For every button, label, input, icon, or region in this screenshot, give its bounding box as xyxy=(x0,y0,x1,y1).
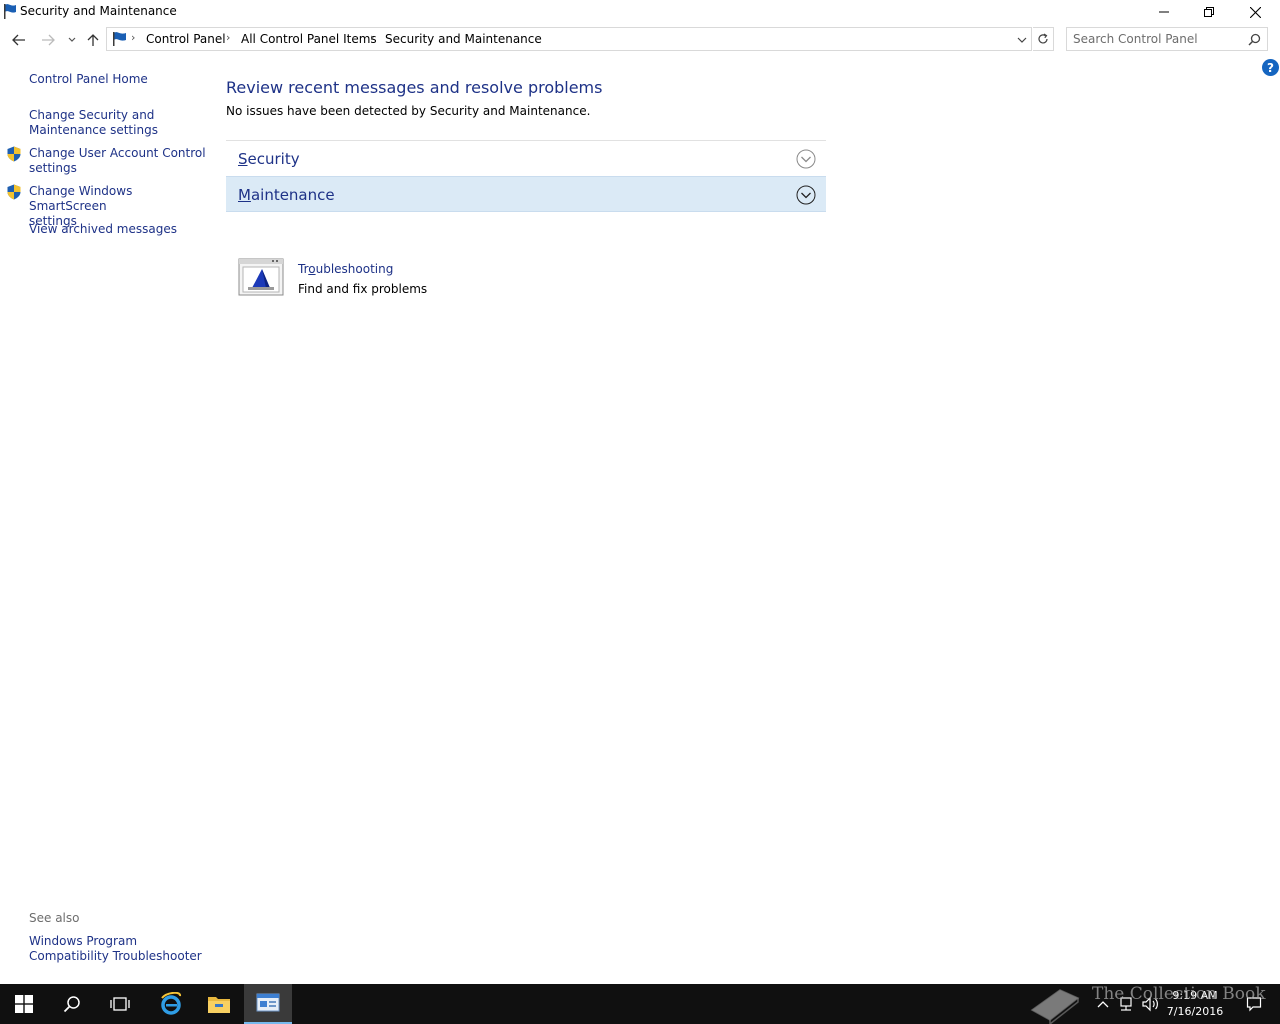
see-also-compatibility-troubleshooter-link[interactable]: Windows Program Compatibility Troublesho… xyxy=(29,934,202,964)
see-also-link-label: Windows Program xyxy=(29,934,138,948)
maintenance-section-header[interactable]: Maintenance xyxy=(226,176,826,212)
accelerator-key: S xyxy=(238,150,248,168)
taskbar: 9:19 AM 7/16/2016 xyxy=(0,984,1280,1024)
expand-chevron-icon[interactable] xyxy=(796,149,816,169)
breadcrumb-control-panel[interactable]: Control Panel xyxy=(146,32,226,46)
sidebar-item-label: Change User Account Control xyxy=(29,146,206,160)
security-section-header[interactable]: Security xyxy=(226,140,826,176)
title-bar: Security and Maintenance xyxy=(0,0,1280,24)
sidebar-item-control-panel-home[interactable]: Control Panel Home xyxy=(29,72,148,87)
task-view-button[interactable] xyxy=(96,984,144,1024)
chevron-up-icon xyxy=(1097,1001,1109,1008)
control-panel-icon xyxy=(256,993,280,1012)
refresh-icon xyxy=(1038,33,1048,44)
section-label-rest: ecurity xyxy=(247,150,300,168)
taskbar-file-explorer[interactable] xyxy=(195,984,243,1024)
up-button[interactable] xyxy=(82,29,104,51)
show-hidden-icons-button[interactable] xyxy=(1094,984,1112,1024)
link-text: ubleshooting xyxy=(315,262,394,276)
volume-tray-icon[interactable] xyxy=(1140,984,1160,1024)
search-icon[interactable] xyxy=(1248,33,1261,49)
search-box[interactable] xyxy=(1066,27,1268,51)
task-view-icon xyxy=(110,997,130,1011)
clock-date: 7/16/2016 xyxy=(1166,1005,1224,1018)
breadcrumb-separator[interactable]: › xyxy=(226,31,230,44)
page-subtitle: No issues have been detected by Security… xyxy=(226,104,591,118)
network-icon xyxy=(1120,997,1132,1011)
troubleshooting-icon[interactable] xyxy=(238,258,284,298)
sidebar-item-change-uac-settings[interactable]: Change User Account Control settings xyxy=(29,146,206,176)
window-title: Security and Maintenance xyxy=(20,4,177,18)
internet-explorer-icon xyxy=(161,992,181,1015)
sidebar-item-label: View archived messages xyxy=(29,222,177,236)
see-also-link-label: Compatibility Troubleshooter xyxy=(29,949,202,963)
taskbar-search-button[interactable] xyxy=(48,984,96,1024)
file-explorer-icon xyxy=(208,997,230,1013)
page-title: Review recent messages and resolve probl… xyxy=(226,78,603,97)
back-button[interactable] xyxy=(8,29,30,51)
flag-icon xyxy=(3,3,17,19)
see-also-heading: See also xyxy=(29,911,80,925)
search-icon xyxy=(63,996,80,1013)
breadcrumb-all-items[interactable]: All Control Panel Items xyxy=(241,32,377,46)
speaker-icon xyxy=(1142,996,1158,1012)
left-pane: Control Panel Home Change Security and M… xyxy=(0,60,210,980)
breadcrumb-separator[interactable]: › xyxy=(131,31,135,44)
breadcrumb-security-maintenance[interactable]: Security and Maintenance xyxy=(385,32,542,46)
troubleshooting-description: Find and fix problems xyxy=(298,282,428,296)
start-button[interactable] xyxy=(0,984,48,1024)
maintenance-section-label: Maintenance xyxy=(238,186,335,204)
flag-icon xyxy=(111,31,127,50)
section-label-rest: aintenance xyxy=(250,186,335,204)
minimize-button[interactable] xyxy=(1141,0,1187,24)
sidebar-item-label: settings xyxy=(29,161,77,175)
security-section-label: Security xyxy=(238,150,300,168)
recent-locations-button[interactable] xyxy=(61,29,83,51)
address-bar[interactable]: › Control Panel › All Control Panel Item… xyxy=(106,27,1032,51)
help-button[interactable]: ? xyxy=(1262,59,1279,76)
navigation-bar: › Control Panel › All Control Panel Item… xyxy=(0,26,1280,54)
sidebar-item-label: Maintenance settings xyxy=(29,123,158,137)
chevron-down-icon[interactable] xyxy=(1015,33,1029,47)
accelerator-key: o xyxy=(308,262,316,276)
expand-chevron-icon[interactable] xyxy=(796,185,816,205)
uac-shield-icon xyxy=(6,146,22,162)
restore-button[interactable] xyxy=(1186,0,1232,24)
action-center-button[interactable] xyxy=(1238,984,1270,1024)
accelerator-key: M xyxy=(238,186,251,204)
sidebar-item-label: Control Panel Home xyxy=(29,72,148,86)
troubleshooting-link[interactable]: Troubleshooting xyxy=(298,262,393,276)
refresh-button[interactable] xyxy=(1033,27,1054,51)
search-input[interactable] xyxy=(1073,31,1243,47)
sidebar-item-view-archived-messages[interactable]: View archived messages xyxy=(29,222,177,237)
sidebar-item-label: Change Security and xyxy=(29,108,155,122)
windows-logo-icon xyxy=(15,995,33,1013)
taskbar-internet-explorer[interactable] xyxy=(147,984,195,1024)
close-button[interactable] xyxy=(1232,0,1278,24)
uac-shield-icon xyxy=(6,184,22,200)
sidebar-item-change-security-settings[interactable]: Change Security and Maintenance settings xyxy=(29,108,158,138)
taskbar-control-panel-active[interactable] xyxy=(244,984,292,1024)
forward-button[interactable] xyxy=(37,29,59,51)
sidebar-item-label: Change Windows SmartScreen xyxy=(29,184,133,213)
network-tray-icon[interactable] xyxy=(1116,984,1136,1024)
taskbar-clock[interactable]: 9:19 AM 7/16/2016 xyxy=(1160,988,1230,1020)
breadcrumb-separator[interactable]: › xyxy=(370,31,374,44)
notification-icon xyxy=(1246,997,1262,1012)
clock-time: 9:19 AM xyxy=(1172,989,1218,1002)
link-text: Tr xyxy=(298,262,309,276)
